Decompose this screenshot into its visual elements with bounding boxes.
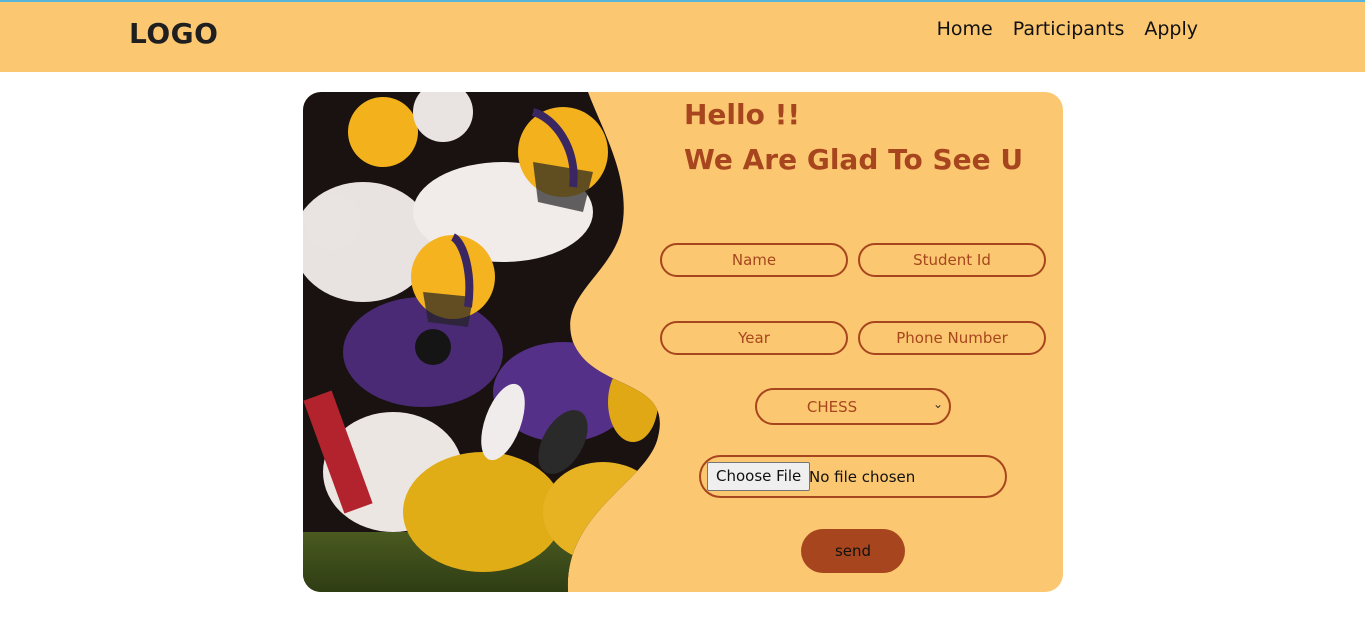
- file-status-text: No file chosen: [809, 468, 916, 486]
- nav-home[interactable]: Home: [937, 18, 993, 40]
- main-nav: Home Participants Apply: [937, 18, 1198, 40]
- send-button[interactable]: send: [801, 529, 905, 573]
- name-input[interactable]: [660, 243, 848, 277]
- file-upload: Choose File No file chosen: [699, 455, 1007, 498]
- subtitle-heading: We Are Glad To See U: [684, 143, 1024, 176]
- activity-select[interactable]: CHESS ⌄: [755, 388, 951, 425]
- greeting-heading: Hello !!: [684, 98, 801, 131]
- registration-card: Hello !! We Are Glad To See U CHESS ⌄ Ch…: [303, 92, 1063, 592]
- chevron-down-icon: ⌄: [932, 397, 943, 411]
- logo[interactable]: LOGO: [129, 17, 218, 50]
- activity-select-value: CHESS: [806, 397, 858, 416]
- nav-participants[interactable]: Participants: [1013, 18, 1125, 40]
- choose-file-button[interactable]: Choose File: [707, 462, 811, 491]
- phone-number-input[interactable]: [858, 321, 1046, 355]
- year-input[interactable]: [660, 321, 848, 355]
- registration-form: Hello !! We Are Glad To See U CHESS ⌄ Ch…: [303, 92, 1063, 592]
- nav-apply[interactable]: Apply: [1144, 18, 1198, 40]
- site-header: LOGO Home Participants Apply: [0, 2, 1365, 72]
- student-id-input[interactable]: [858, 243, 1046, 277]
